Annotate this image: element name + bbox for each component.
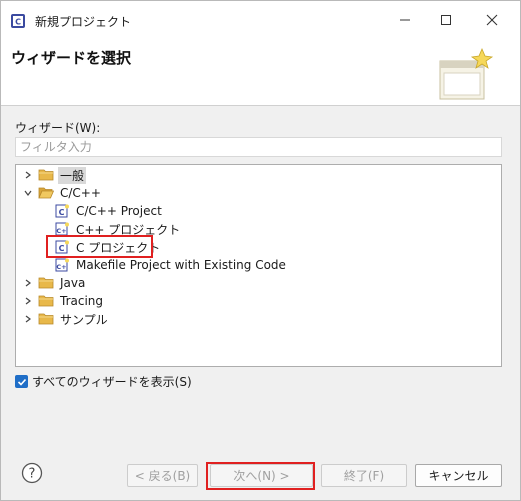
chevron-right-icon[interactable] — [22, 313, 34, 325]
svg-text:C+: C+ — [56, 263, 66, 271]
minimize-icon — [400, 19, 410, 21]
close-button[interactable] — [469, 1, 515, 39]
svg-text:C: C — [59, 208, 65, 217]
chevron-down-icon[interactable] — [22, 187, 34, 199]
tree-item-label: C/C++ Project — [76, 204, 162, 218]
filter-input[interactable] — [15, 137, 502, 157]
cpp-project-icon: C+ — [54, 222, 70, 236]
highlight-box — [206, 462, 315, 490]
svg-text:?: ? — [29, 467, 36, 482]
chevron-right-icon[interactable] — [22, 295, 34, 307]
chevron-right-icon[interactable] — [22, 169, 34, 181]
tree-item-c-cpp-project[interactable]: C C/C++ Project — [54, 202, 164, 220]
tree-item-general[interactable]: 一般 — [22, 166, 87, 184]
show-all-wizards-label: すべてのウィザードを表示(S) — [32, 375, 192, 389]
maximize-button[interactable] — [423, 1, 469, 39]
tree-item-label: 一般 — [58, 166, 87, 184]
tree-item-label: C/C++ — [60, 186, 101, 200]
help-icon[interactable]: ? — [21, 462, 43, 484]
tree-item-samples[interactable]: サンプル — [22, 310, 110, 328]
new-wizard-banner-icon — [439, 47, 494, 100]
tree-item-label: Java — [60, 276, 86, 290]
tree-item-label: Tracing — [60, 294, 104, 308]
makefile-project-icon: C+ — [54, 258, 70, 272]
cancel-button[interactable]: キャンセル — [415, 464, 502, 487]
tree-item-makefile-project[interactable]: C+ Makefile Project with Existing Code — [54, 256, 288, 274]
minimize-button[interactable] — [382, 1, 428, 39]
back-button[interactable]: < 戻る(B) — [127, 464, 198, 487]
wizard-header: ウィザードを選択 — [1, 39, 520, 106]
checkbox-checked-icon[interactable] — [15, 375, 28, 388]
wizard-tree[interactable]: 一般 C/C++ C C/C++ Project C+ C++ プロジェクト C… — [15, 164, 502, 367]
svg-text:C: C — [15, 18, 21, 27]
maximize-icon — [441, 15, 451, 25]
highlight-box — [46, 235, 153, 258]
wizard-label: ウィザード(W): — [15, 121, 101, 135]
page-title: ウィザードを選択 — [11, 49, 132, 67]
tree-item-label: Makefile Project with Existing Code — [76, 258, 286, 272]
show-all-wizards-checkbox[interactable]: すべてのウィザードを表示(S) — [15, 373, 192, 390]
folder-icon — [38, 294, 54, 308]
window-title: 新規プロジェクト — [35, 15, 132, 29]
tree-item-c-cpp[interactable]: C/C++ — [22, 184, 103, 202]
folder-icon — [38, 312, 54, 326]
tree-item-java[interactable]: Java — [22, 274, 87, 292]
new-project-dialog: C 新規プロジェクト ウィザードを選択 ウィザード(W): 一般 — [0, 0, 521, 501]
folder-icon — [38, 276, 54, 290]
svg-text:C+: C+ — [56, 227, 66, 235]
folder-icon — [38, 168, 54, 182]
close-icon — [486, 14, 498, 26]
eclipse-cdt-app-icon: C — [11, 14, 25, 28]
tree-item-label: サンプル — [60, 312, 108, 327]
chevron-right-icon[interactable] — [22, 277, 34, 289]
folder-open-icon — [38, 186, 54, 200]
c-project-icon: C — [54, 204, 70, 218]
finish-button[interactable]: 終了(F) — [321, 464, 407, 487]
title-bar: C 新規プロジェクト — [1, 1, 520, 39]
tree-item-tracing[interactable]: Tracing — [22, 292, 105, 310]
